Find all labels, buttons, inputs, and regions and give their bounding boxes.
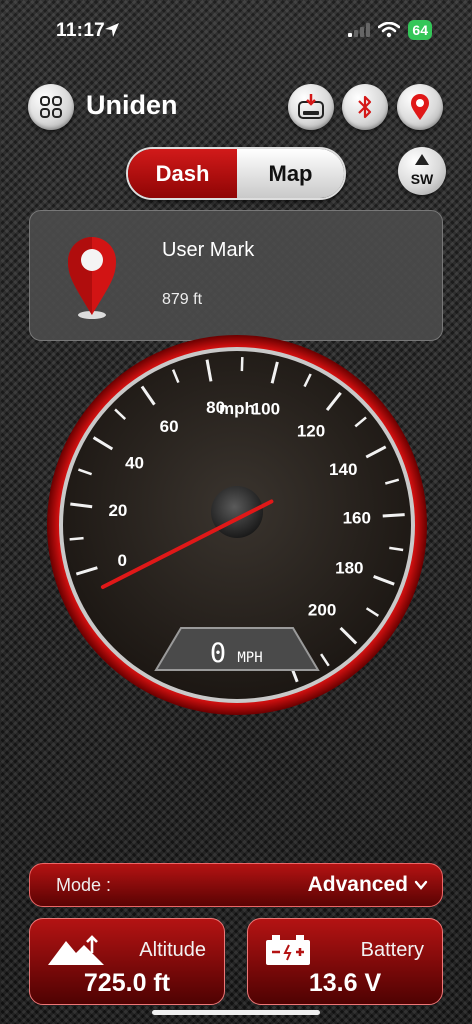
digital-speed: 0 (210, 638, 226, 669)
tick-label: 60 (160, 417, 179, 436)
map-pin-icon (68, 237, 116, 319)
tick-label: 20 (108, 501, 127, 520)
car-battery-icon (266, 935, 310, 965)
home-indicator[interactable] (152, 1010, 320, 1015)
location-pin-icon (411, 94, 429, 120)
bluetooth-button[interactable] (342, 84, 388, 130)
wifi-icon (378, 22, 401, 38)
mountain-icon (48, 935, 104, 965)
device-download-icon (298, 94, 324, 119)
tick-label: 100 (252, 400, 280, 419)
status-time: 11:17 (56, 20, 106, 41)
tick-label: 0 (118, 551, 127, 570)
location-arrow-icon (105, 23, 119, 37)
compass-button[interactable]: SW (398, 147, 446, 195)
card-distance: 879 ft (162, 291, 203, 308)
compass-arrow-icon (415, 154, 429, 165)
tick-label: 140 (329, 460, 357, 479)
battery-value: 13.6 V (308, 969, 382, 997)
menu-grid-button[interactable] (28, 84, 74, 130)
tick-label: 120 (297, 422, 325, 441)
battery-level-badge: 64 (408, 20, 432, 40)
device-download-button[interactable] (288, 84, 334, 130)
view-segmented-control: Dash Map (126, 147, 346, 200)
tick-label: 160 (343, 509, 371, 528)
grid-icon (40, 96, 62, 118)
tick-label: 40 (125, 454, 144, 473)
mode-selector[interactable]: Mode : Advanced (29, 863, 443, 907)
battery-tile[interactable]: Battery 13.6 V (247, 918, 443, 1005)
app-title: Uniden (86, 90, 178, 120)
altitude-label: Altitude (139, 939, 206, 961)
altitude-tile[interactable]: Altitude 725.0 ft (29, 918, 225, 1005)
location-pin-button[interactable] (397, 84, 443, 130)
tab-map[interactable]: Map (237, 149, 344, 198)
cellular-signal-icon (348, 23, 371, 37)
mode-label: Mode : (56, 874, 112, 895)
minor-tick (69, 536, 84, 541)
speedometer: 0 20 40 60 80 100 120 140 160 180 200 22… (47, 335, 427, 715)
tick-label: 200 (308, 601, 336, 620)
digital-unit: MPH (237, 650, 262, 666)
status-indicators: 64 (348, 20, 432, 40)
user-mark-card[interactable]: User Mark 879 ft (29, 210, 443, 341)
bluetooth-icon (358, 95, 372, 119)
major-tick (382, 513, 405, 518)
tab-dash[interactable]: Dash (128, 149, 237, 198)
chevron-down-icon (414, 880, 428, 890)
battery-label: Battery (360, 939, 424, 961)
compass-direction: SW (410, 171, 434, 187)
tick-label: 180 (335, 558, 363, 577)
card-title: User Mark (162, 239, 255, 261)
mode-value: Advanced (307, 873, 408, 896)
altitude-value: 725.0 ft (83, 969, 171, 997)
gauge-unit: mph (219, 399, 255, 418)
